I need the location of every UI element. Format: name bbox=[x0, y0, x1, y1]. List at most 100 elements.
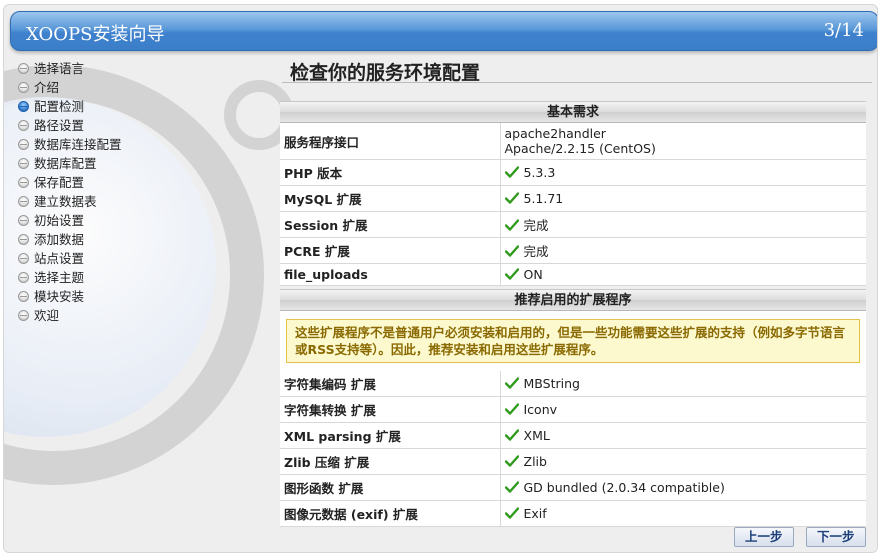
check-icon bbox=[504, 506, 524, 521]
row-value: Iconv bbox=[523, 402, 558, 417]
app-title: XOOPS安装向导 bbox=[26, 24, 165, 45]
row-label: 图形函数 扩展 bbox=[280, 474, 501, 501]
table-row: 服务程序接口 apache2handler Apache/2.2.15 (CentO… bbox=[280, 123, 866, 160]
sidebar-step-item[interactable]: 模块安装 bbox=[18, 287, 268, 306]
table-row: 字符集转换 扩展 Iconv bbox=[280, 396, 866, 423]
row-value-cell: XML bbox=[500, 422, 866, 449]
page-title: 检查你的服务环境配置 bbox=[290, 62, 481, 84]
step-bullet-icon bbox=[18, 120, 29, 131]
table-row: 图像元数据 (exif) 扩展 Exif bbox=[280, 500, 866, 527]
title-bar: XOOPS安装向导 3/14 bbox=[10, 11, 877, 51]
sidebar-step-label: 选择语言 bbox=[34, 61, 85, 76]
sidebar-step-label: 模块安装 bbox=[34, 289, 85, 304]
row-value-cell: MBString bbox=[500, 371, 866, 397]
check-icon bbox=[504, 480, 524, 495]
row-value: 完成 bbox=[523, 244, 549, 259]
row-value-cell: 完成 bbox=[500, 237, 866, 264]
check-icon bbox=[504, 376, 524, 391]
row-value: GD bundled (2.0.34 compatible) bbox=[523, 480, 725, 495]
check-icon bbox=[504, 402, 524, 417]
sidebar-step-item[interactable]: 站点设置 bbox=[18, 249, 268, 268]
sidebar-step-label: 欢迎 bbox=[34, 308, 60, 323]
row-label: MySQL 扩展 bbox=[280, 185, 501, 212]
step-bullet-icon bbox=[18, 291, 29, 302]
sidebar-step-item[interactable]: 保存配置 bbox=[18, 173, 268, 192]
sidebar-step-label: 建立数据表 bbox=[34, 194, 97, 209]
row-label: Zlib 压缩 扩展 bbox=[280, 448, 501, 475]
basic-requirements-heading: 基本需求 bbox=[280, 101, 866, 123]
row-value: XML bbox=[523, 428, 550, 443]
step-counter: 3/14 bbox=[823, 20, 864, 41]
table-row: 图形函数 扩展 GD bundled (2.0.34 compatible) bbox=[280, 474, 866, 501]
sidebar-step-item[interactable]: 选择语言 bbox=[18, 59, 268, 78]
step-bullet-icon bbox=[18, 310, 29, 321]
row-label: file_uploads bbox=[280, 263, 501, 286]
steps-sidebar: 选择语言介绍配置检测路径设置数据库连接配置 数据库配置保存配置建立数据表初始设置添… bbox=[18, 59, 268, 325]
row-label: 图像元数据 (exif) 扩展 bbox=[280, 500, 501, 527]
sidebar-step-label: 数据库配置 bbox=[34, 156, 97, 171]
table-row: file_uploads ON bbox=[280, 263, 866, 286]
row-value-secondary: Apache/2.2.15 (CentOS) bbox=[504, 141, 656, 156]
check-icon bbox=[504, 191, 524, 206]
sidebar-step-label: 路径设置 bbox=[34, 118, 85, 133]
sidebar-step-label: 添加数据 bbox=[34, 232, 85, 247]
sidebar-step-item[interactable]: 数据库连接配置 bbox=[18, 135, 268, 154]
sidebar-step-item[interactable]: 数据库配置 bbox=[18, 154, 268, 173]
recommended-extensions-heading: 推荐启用的扩展程序 bbox=[280, 289, 866, 311]
sidebar-step-item[interactable]: 路径设置 bbox=[18, 116, 268, 135]
row-value-cell: Iconv bbox=[500, 396, 866, 423]
row-value: 5.3.3 bbox=[523, 165, 556, 180]
sidebar-step-item[interactable]: 介绍 bbox=[18, 78, 268, 97]
row-value-cell: 完成 bbox=[500, 211, 866, 238]
installer-window: XOOPS安装向导 3/14 选择语言介绍配置检测路径设置数据库连接配置 数据库配… bbox=[3, 4, 878, 553]
step-bullet-icon bbox=[18, 158, 29, 169]
sidebar-step-item[interactable]: 选择主题 bbox=[18, 268, 268, 287]
previous-step-button[interactable]: 上一步 bbox=[734, 527, 794, 547]
check-icon bbox=[504, 244, 524, 259]
row-value-cell: GD bundled (2.0.34 compatible) bbox=[500, 474, 866, 501]
check-icon bbox=[504, 218, 524, 233]
row-value-cell: ON bbox=[500, 263, 866, 286]
row-label: 服务程序接口 bbox=[280, 123, 501, 160]
row-label: XML parsing 扩展 bbox=[280, 422, 501, 449]
sidebar-step-item[interactable]: 建立数据表 bbox=[18, 192, 268, 211]
table-row: PHP 版本 5.3.3 bbox=[280, 159, 866, 186]
row-label: 字符集编码 扩展 bbox=[280, 371, 501, 397]
step-bullet-icon bbox=[18, 63, 29, 74]
step-bullet-icon bbox=[18, 253, 29, 264]
sidebar-step-item[interactable]: 欢迎 bbox=[18, 306, 268, 325]
row-value: ON bbox=[523, 267, 543, 282]
sidebar-step-item[interactable]: 添加数据 bbox=[18, 230, 268, 249]
table-row: XML parsing 扩展 XML bbox=[280, 422, 866, 449]
row-value-cell: Zlib bbox=[500, 448, 866, 475]
row-label: Session 扩展 bbox=[280, 211, 501, 238]
main-content: 检查你的服务环境配置 基本需求 服务程序接口 apache2handler Apac… bbox=[277, 49, 872, 527]
table-row: 字符集编码 扩展 MBString bbox=[280, 371, 866, 397]
sidebar-step-label: 数据库连接配置 bbox=[34, 137, 122, 152]
sidebar-step-item[interactable]: 配置检测 bbox=[18, 97, 268, 116]
step-bullet-icon bbox=[18, 82, 29, 93]
check-icon bbox=[504, 267, 524, 282]
row-label: PCRE 扩展 bbox=[280, 237, 501, 264]
title-divider bbox=[282, 82, 872, 83]
basic-requirements-table: 服务程序接口 apache2handler Apache/2.2.15 (CentO… bbox=[280, 123, 866, 286]
sidebar-step-label: 站点设置 bbox=[34, 251, 85, 266]
check-icon bbox=[504, 165, 524, 180]
sidebar-step-item[interactable]: 初始设置 bbox=[18, 211, 268, 230]
step-bullet-icon bbox=[18, 234, 29, 245]
row-value-cell: 5.3.3 bbox=[500, 159, 866, 186]
row-value: 完成 bbox=[523, 218, 549, 233]
sidebar-step-label: 配置检测 bbox=[34, 99, 85, 114]
step-bullet-icon bbox=[18, 215, 29, 226]
step-bullet-icon bbox=[18, 177, 29, 188]
row-value: 5.1.71 bbox=[523, 191, 564, 206]
check-icon bbox=[504, 454, 524, 469]
next-step-button[interactable]: 下一步 bbox=[806, 527, 866, 547]
recommended-extensions-table: 字符集编码 扩展 MBString 字符集转换 扩展 Iconv XML parsing… bbox=[280, 371, 866, 527]
row-value: Zlib bbox=[523, 454, 547, 469]
sidebar-step-label: 介绍 bbox=[34, 80, 60, 95]
recommended-extensions-section: 推荐启用的扩展程序 这些扩展程序不是普通用户必须安装和启用的，但是一些功能需要这… bbox=[280, 289, 866, 527]
row-value: MBString bbox=[523, 376, 580, 391]
row-value-cell: 5.1.71 bbox=[500, 185, 866, 212]
table-row: Zlib 压缩 扩展 Zlib bbox=[280, 448, 866, 475]
